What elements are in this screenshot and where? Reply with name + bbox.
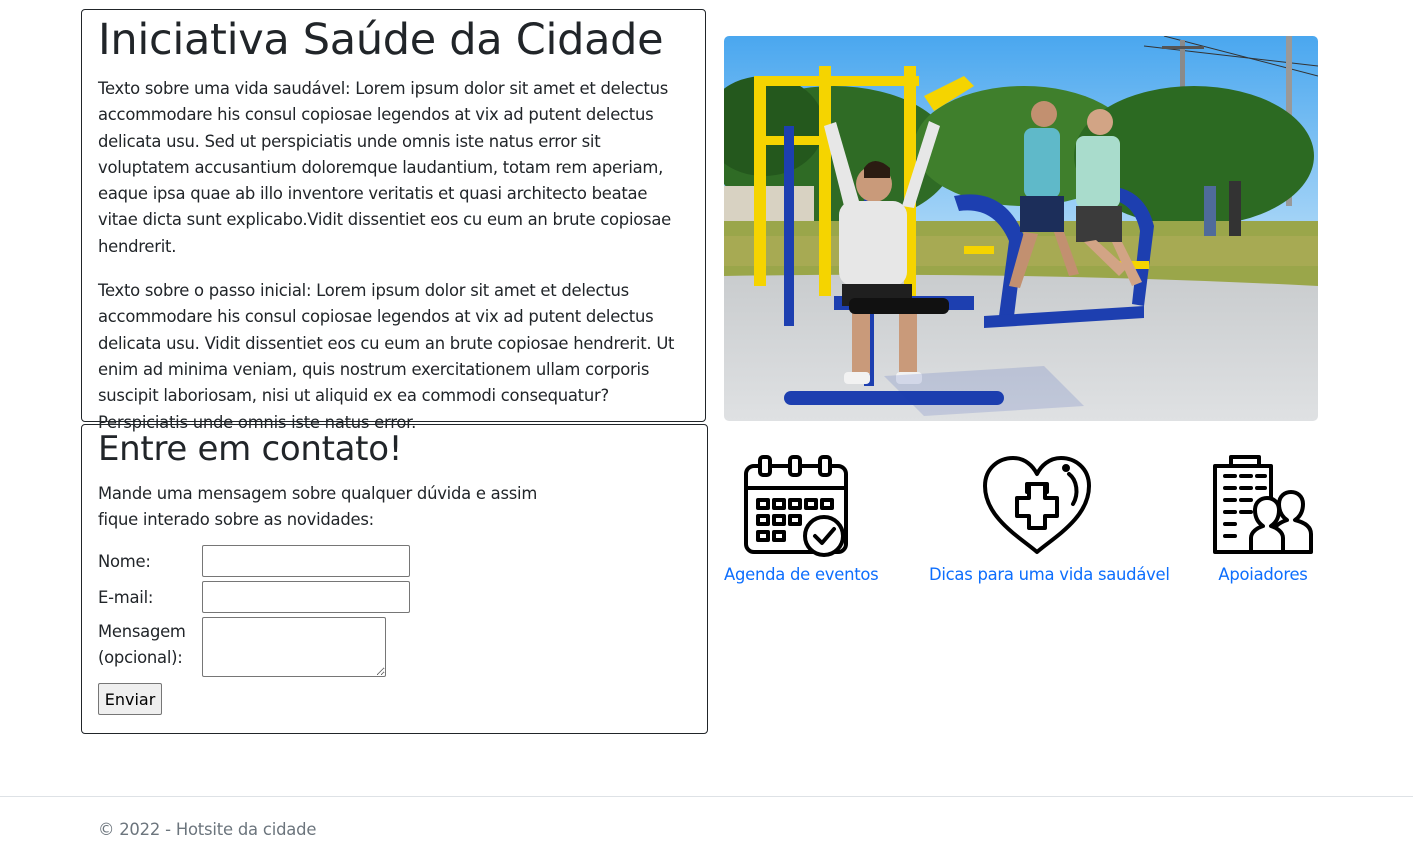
outdoor-gym-photo bbox=[724, 36, 1318, 421]
message-textarea[interactable] bbox=[202, 617, 386, 677]
footer-copyright: © 2022 - Hotsite da cidade bbox=[98, 820, 317, 839]
feature-healthy-tips[interactable]: Dicas para uma vida saudável bbox=[929, 454, 1170, 586]
email-label: E-mail: bbox=[98, 588, 154, 607]
send-button[interactable]: Enviar bbox=[98, 683, 162, 715]
feature-supporters-link[interactable]: Apoiadores bbox=[1210, 564, 1316, 586]
feature-events[interactable]: Agenda de eventos bbox=[724, 454, 879, 586]
feature-healthy-tips-link[interactable]: Dicas para uma vida saudável bbox=[929, 564, 1170, 586]
email-input[interactable] bbox=[202, 581, 410, 613]
feature-supporters[interactable]: Apoiadores bbox=[1210, 454, 1316, 586]
intro-paragraph-healthy-life: Texto sobre uma vida saudável: Lorem ips… bbox=[98, 79, 671, 256]
footer-divider bbox=[0, 796, 1413, 797]
page-title: Iniciativa Saúde da Cidade bbox=[98, 15, 664, 65]
contact-title: Entre em contato! bbox=[98, 429, 403, 469]
building-people-icon bbox=[1210, 454, 1316, 558]
intro-paragraph-first-step: Texto sobre o passo inicial: Lorem ipsum… bbox=[98, 281, 675, 432]
feature-events-link[interactable]: Agenda de eventos bbox=[724, 564, 879, 586]
intro-section: Iniciativa Saúde da Cidade Texto sobre u… bbox=[81, 9, 706, 432]
message-label: Mensagem (opcional): bbox=[98, 622, 186, 667]
name-input[interactable] bbox=[202, 545, 410, 577]
calendar-check-icon bbox=[724, 454, 865, 558]
heart-plus-icon bbox=[929, 454, 1144, 558]
contact-section: Entre em contato! Mande uma mensagem sob… bbox=[81, 424, 708, 734]
name-label: Nome: bbox=[98, 552, 151, 571]
contact-description: Mande uma mensagem sobre qualquer dúvida… bbox=[98, 484, 538, 529]
